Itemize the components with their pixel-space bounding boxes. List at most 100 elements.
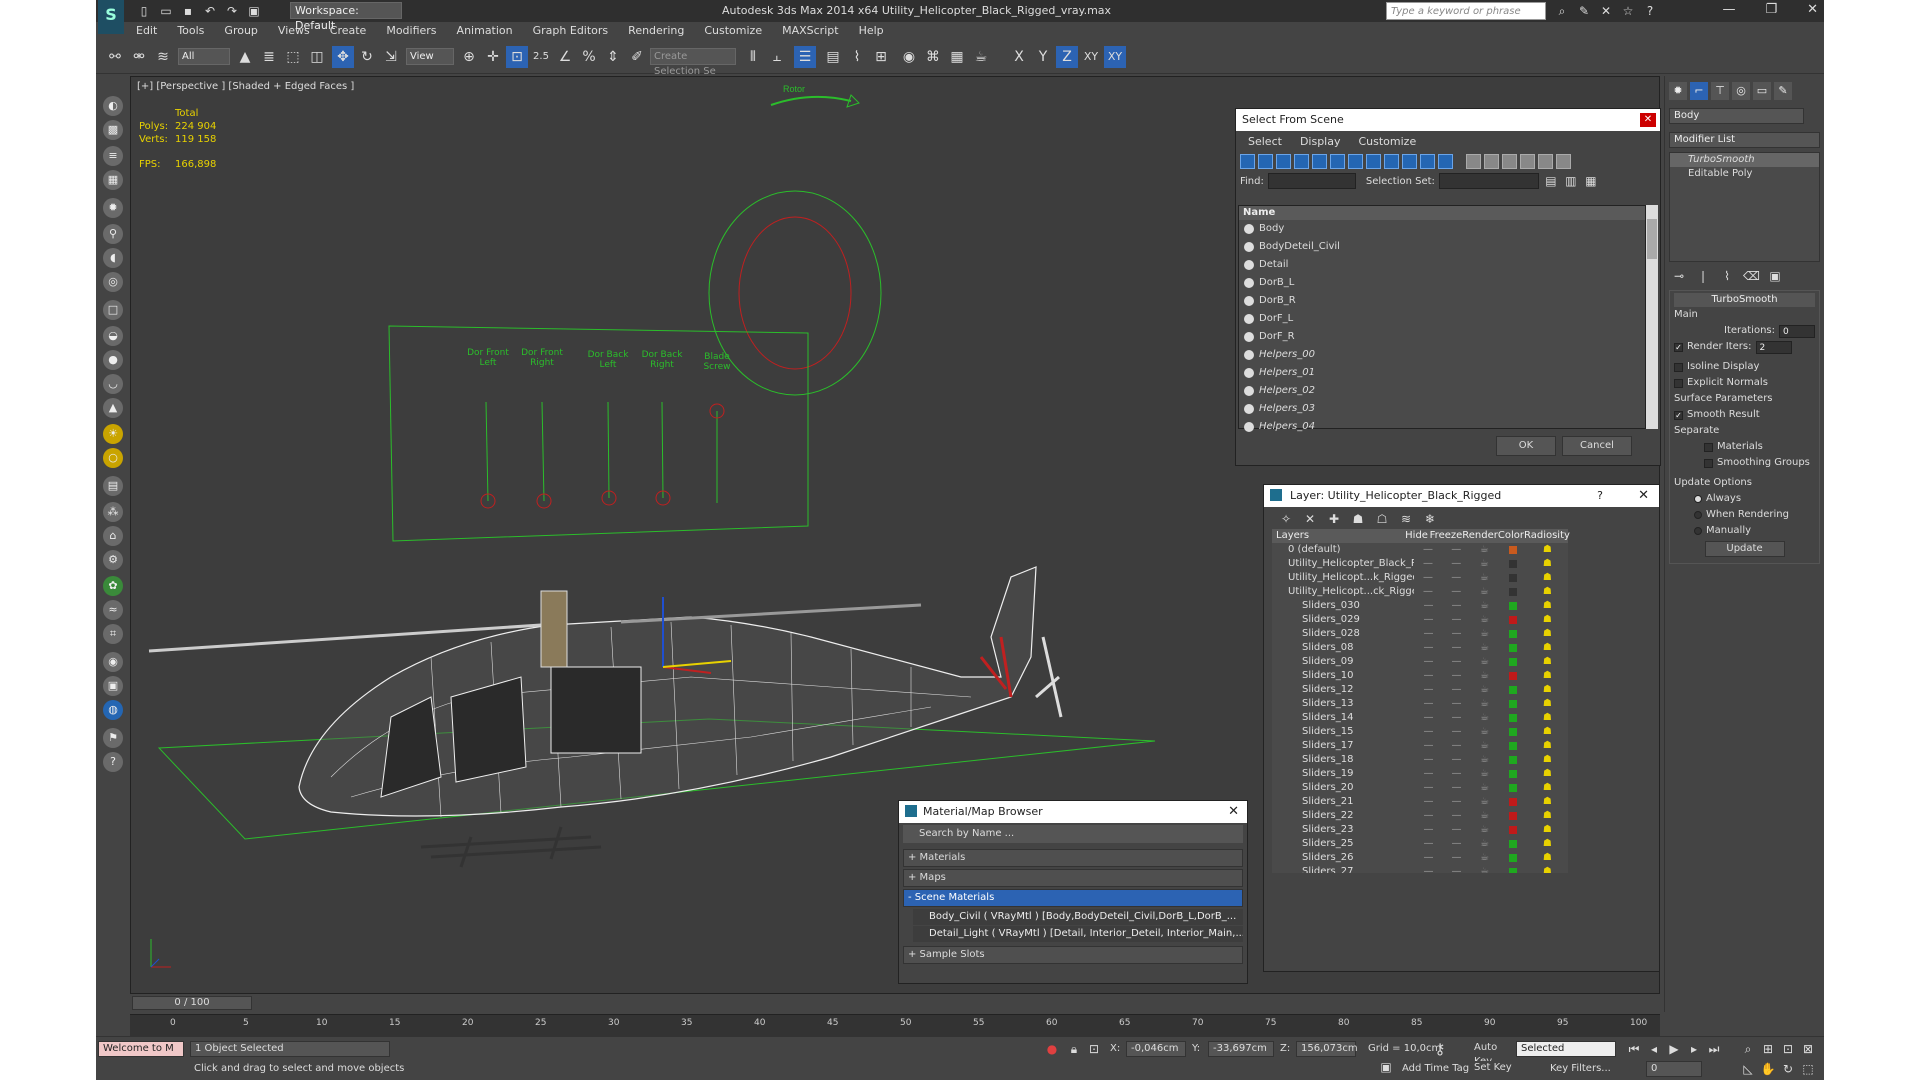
- update-always-radio[interactable]: [1694, 495, 1702, 503]
- render-toggle[interactable]: ☕: [1471, 613, 1499, 627]
- open-file-icon[interactable]: ▭: [158, 3, 174, 19]
- filter-shapes-icon[interactable]: [1258, 154, 1273, 169]
- create-layer-icon[interactable]: ✧: [1278, 511, 1294, 527]
- stack-item-editable-poly[interactable]: Editable Poly: [1670, 167, 1819, 181]
- freeze-toggle[interactable]: —: [1442, 697, 1470, 711]
- menu-create[interactable]: Create: [320, 22, 377, 40]
- col-render[interactable]: Render: [1462, 529, 1498, 543]
- display-tab-icon[interactable]: ▭: [1753, 82, 1771, 100]
- freeze-toggle[interactable]: —: [1442, 571, 1470, 585]
- layer-color-swatch[interactable]: [1508, 672, 1517, 680]
- undo-icon[interactable]: ↶: [202, 3, 218, 19]
- radiosity-icon[interactable]: ☗: [1527, 795, 1568, 809]
- slider-door-front-left[interactable]: [480, 401, 496, 509]
- sel-set-edit-icon[interactable]: ▦: [1583, 173, 1599, 189]
- axis-xy-button[interactable]: XY: [1080, 46, 1102, 68]
- pin-icon[interactable]: ●: [1044, 1041, 1060, 1057]
- fov-icon[interactable]: ◺: [1740, 1061, 1756, 1077]
- layer-color-swatch[interactable]: [1508, 826, 1517, 834]
- bone-icon[interactable]: ⚙: [103, 550, 123, 570]
- render-frame-icon[interactable]: ▩: [103, 120, 123, 140]
- scene-object-item[interactable]: DorF_L: [1239, 310, 1645, 328]
- go-to-end-icon[interactable]: ⏭: [1706, 1041, 1722, 1057]
- remove-modifier-icon[interactable]: ⌫: [1743, 268, 1760, 284]
- hide-toggle[interactable]: —: [1414, 753, 1442, 767]
- filter-funnel-icon[interactable]: [1520, 154, 1535, 169]
- render-toggle[interactable]: ☕: [1471, 865, 1499, 873]
- ref-coord-dropdown[interactable]: View: [406, 48, 454, 65]
- window-crossing-icon[interactable]: ◫: [306, 46, 328, 68]
- columns-icon[interactable]: [1556, 154, 1571, 169]
- render-toggle[interactable]: ☕: [1471, 767, 1499, 781]
- freeze-toggle[interactable]: —: [1442, 711, 1470, 725]
- radiosity-icon[interactable]: ☗: [1527, 571, 1568, 585]
- hide-toggle[interactable]: —: [1414, 865, 1442, 873]
- filter-hidden-icon[interactable]: [1438, 154, 1453, 169]
- isoline-checkbox[interactable]: [1674, 362, 1683, 372]
- slider-door-back-right[interactable]: [655, 401, 671, 506]
- render-toggle[interactable]: ☕: [1470, 585, 1498, 599]
- select-all-icon[interactable]: [1466, 154, 1481, 169]
- render-toggle[interactable]: ☕: [1471, 641, 1499, 655]
- hide-toggle[interactable]: —: [1414, 557, 1442, 571]
- menu-rendering[interactable]: Rendering: [618, 22, 694, 40]
- comm-center-icon[interactable]: ✕: [1598, 3, 1614, 19]
- radiosity-icon[interactable]: ☗: [1527, 585, 1568, 599]
- freeze-toggle[interactable]: —: [1442, 865, 1470, 873]
- freeze-toggle[interactable]: —: [1442, 739, 1470, 753]
- freeze-toggle[interactable]: —: [1442, 543, 1470, 557]
- layer-color-swatch[interactable]: [1508, 658, 1517, 666]
- radiosity-icon[interactable]: ☗: [1527, 599, 1568, 613]
- sfs-menu-select[interactable]: Select: [1248, 135, 1282, 148]
- layer-color-swatch[interactable]: [1508, 574, 1517, 582]
- auto-key-button[interactable]: Auto Key: [1470, 1041, 1514, 1067]
- omni-light-icon[interactable]: ○: [103, 448, 123, 468]
- grid-icon[interactable]: ▤: [103, 476, 123, 496]
- filter-spacewarps-icon[interactable]: [1330, 154, 1345, 169]
- sel-set-add-icon[interactable]: ▤: [1543, 173, 1559, 189]
- link-icon[interactable]: ⚯: [104, 46, 126, 68]
- highlight-layer-icon[interactable]: ☖: [1374, 511, 1390, 527]
- maximize-viewport-icon[interactable]: ⬚: [1800, 1061, 1816, 1077]
- radiosity-icon[interactable]: ☗: [1527, 823, 1568, 837]
- render-toggle[interactable]: ☕: [1471, 683, 1499, 697]
- help-circle-icon[interactable]: ?: [103, 752, 123, 772]
- freeze-toggle[interactable]: —: [1442, 809, 1470, 823]
- bind-spacewarp-icon[interactable]: ≋: [152, 46, 174, 68]
- layer-row[interactable]: Utility_Helicopter_Black_Rigg——☕☗: [1272, 557, 1568, 571]
- rect-selection-icon[interactable]: ⬚: [282, 46, 304, 68]
- select-none-icon[interactable]: [1484, 154, 1499, 169]
- search-input[interactable]: Type a keyword or phrase: [1386, 2, 1546, 20]
- spinner-snap-icon[interactable]: ⇕: [602, 46, 624, 68]
- cylinder-icon[interactable]: ◖: [103, 248, 123, 268]
- render-toggle[interactable]: ☕: [1470, 571, 1498, 585]
- scene-object-item[interactable]: Helpers_01: [1239, 364, 1645, 382]
- update-manually-radio[interactable]: [1694, 527, 1702, 535]
- close-icon[interactable]: ✕: [1228, 801, 1239, 823]
- rotor-control[interactable]: [708, 94, 882, 396]
- layer-row[interactable]: Sliders_18— — ☕ ☗: [1272, 753, 1568, 767]
- menu-edit[interactable]: Edit: [126, 22, 167, 40]
- unlink-icon[interactable]: ⚮: [128, 46, 150, 68]
- radiosity-icon[interactable]: ☗: [1527, 641, 1568, 655]
- freeze-toggle[interactable]: —: [1442, 725, 1470, 739]
- pivot-center-icon[interactable]: ⊕: [458, 46, 480, 68]
- render-toggle[interactable]: ☕: [1471, 669, 1499, 683]
- freeze-toggle[interactable]: —: [1442, 753, 1470, 767]
- render-toggle[interactable]: ☕: [1471, 795, 1499, 809]
- layer-row[interactable]: Sliders_030— — ☕ ☗: [1272, 599, 1568, 613]
- layer-row[interactable]: Sliders_029— — ☕ ☗: [1272, 613, 1568, 627]
- layer-row[interactable]: Sliders_14— — ☕ ☗: [1272, 711, 1568, 725]
- radiosity-icon[interactable]: ☗: [1527, 739, 1568, 753]
- z-coord-field[interactable]: 156,073cm: [1296, 1041, 1358, 1057]
- col-hide[interactable]: Hide: [1403, 529, 1429, 543]
- add-to-layer-icon[interactable]: ✚: [1326, 511, 1342, 527]
- hide-toggle[interactable]: —: [1414, 767, 1442, 781]
- menu-maxscript[interactable]: MAXScript: [772, 22, 848, 40]
- curve-editor-icon[interactable]: ⌇: [846, 46, 868, 68]
- menu-help[interactable]: Help: [849, 22, 894, 40]
- cone-icon[interactable]: ▲: [103, 398, 123, 418]
- layer-row[interactable]: Sliders_21— — ☕ ☗: [1272, 795, 1568, 809]
- select-object-icon[interactable]: ▲: [234, 46, 256, 68]
- layer-color-swatch[interactable]: [1508, 602, 1517, 610]
